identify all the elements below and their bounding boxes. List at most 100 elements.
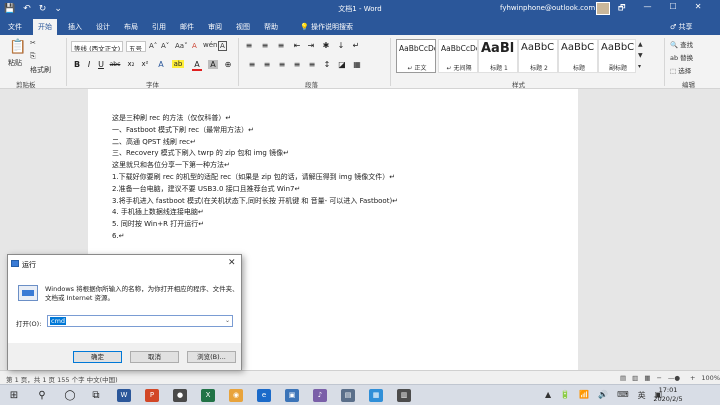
align-center-button[interactable]: ≡ (262, 60, 272, 69)
style-heading-1[interactable]: AaBl 标题 1 (478, 39, 518, 73)
clear-format-button[interactable]: A (192, 42, 197, 50)
open-input-value[interactable]: cmd (50, 317, 67, 325)
superscript-button[interactable]: x² (139, 60, 151, 68)
edge-app-icon[interactable]: e (257, 389, 271, 402)
style-subtitle[interactable]: AaBbC 副标题 (598, 39, 636, 73)
tab-references[interactable]: 引用 (152, 22, 166, 32)
subscript-button[interactable]: x₂ (125, 60, 137, 68)
clock[interactable]: 17:01 2020/2/5 (646, 386, 690, 404)
style-normal[interactable]: AaBbCcDc ↵ 正文 (396, 39, 436, 73)
maximize-button[interactable]: ☐ (670, 2, 677, 16)
asian-layout-button[interactable]: ✱ (321, 41, 331, 50)
keyboard-icon[interactable]: ⌨ (617, 390, 629, 401)
enclose-char-button[interactable]: ⊕ (223, 60, 233, 69)
account-name[interactable]: fyhwinphone@outlook.com (500, 4, 595, 12)
align-right-button[interactable]: ≡ (277, 60, 287, 69)
ok-button[interactable]: 确定 (73, 351, 122, 363)
ribbon-display-icon[interactable]: 🗗 (618, 2, 626, 16)
paste-icon[interactable]: 📋 (9, 39, 26, 55)
app-icon[interactable]: ▤ (341, 389, 355, 402)
volume-icon[interactable]: 🔊 (598, 390, 608, 401)
show-hidden-icons-icon[interactable]: ▲ (545, 390, 551, 401)
tab-layout[interactable]: 布局 (124, 22, 138, 32)
char-shading-button[interactable]: A (208, 60, 218, 69)
avatar[interactable] (596, 2, 610, 15)
task-view-icon[interactable]: ⧉ (88, 388, 104, 403)
copy-icon[interactable]: ⎘ (30, 52, 36, 61)
strikethrough-button[interactable]: abc (108, 61, 122, 68)
styles-scroll-down-icon[interactable]: ▼ (638, 52, 643, 59)
style-no-spacing[interactable]: AaBbCcDc ↵ 无间隔 (438, 39, 478, 73)
chrome-app-icon[interactable]: ◉ (229, 389, 243, 402)
highlight-button[interactable]: ab (172, 60, 184, 68)
dialog-close-button[interactable]: ✕ (228, 258, 236, 268)
numbering-button[interactable]: ≡ (260, 41, 270, 50)
change-case-button[interactable]: Aa˅ (175, 42, 188, 50)
text-effects-button[interactable]: A (156, 60, 166, 69)
browse-button[interactable]: 浏览(B)... (187, 351, 236, 363)
cancel-button[interactable]: 取消 (130, 351, 179, 363)
bullets-button[interactable]: ≡ (244, 41, 254, 50)
tab-design[interactable]: 设计 (96, 22, 110, 32)
paste-button[interactable]: 粘贴 (8, 58, 22, 68)
format-painter-button[interactable]: 格式刷 (30, 65, 51, 75)
distributed-button[interactable]: ≡ (307, 60, 317, 69)
cortana-icon[interactable]: ◯ (62, 388, 78, 403)
phonetic-guide-button[interactable]: wén (203, 41, 217, 49)
decrease-indent-button[interactable]: ⇤ (292, 41, 302, 50)
tab-help[interactable]: 帮助 (264, 22, 278, 32)
multilevel-list-button[interactable]: ≡ (276, 41, 286, 50)
tab-home[interactable]: 开始 (33, 19, 57, 35)
battery-icon[interactable]: 🔋 (560, 390, 570, 401)
minimize-button[interactable]: — (644, 2, 652, 16)
tab-review[interactable]: 审阅 (208, 22, 222, 32)
tell-me-search[interactable]: 💡 操作说明搜索 (300, 22, 353, 32)
start-icon[interactable]: ⊞ (6, 388, 22, 403)
bold-button[interactable]: B (72, 60, 82, 69)
cut-icon[interactable]: ✂ (30, 39, 36, 47)
excel-app-icon[interactable]: X (201, 389, 215, 402)
share-button[interactable]: ♂ 共享 (670, 22, 693, 32)
tab-insert[interactable]: 插入 (68, 22, 82, 32)
wifi-icon[interactable]: 📶 (579, 390, 589, 401)
input-language-indicator[interactable]: 英 (638, 390, 646, 401)
find-button[interactable]: 🔍 查找 (670, 39, 693, 49)
italic-button[interactable]: I (84, 60, 94, 69)
replace-button[interactable]: ab 替换 (670, 52, 693, 62)
borders-button[interactable]: ▦ (352, 60, 362, 69)
open-input[interactable]: cmd ⌄ (47, 315, 233, 327)
app-icon[interactable]: ● (173, 389, 187, 402)
shading-button[interactable]: ◪ (337, 60, 347, 69)
style-title[interactable]: AaBbC 标题 (558, 39, 598, 73)
style-heading-2[interactable]: AaBbC 标题 2 (518, 39, 558, 73)
font-size-combo[interactable]: 五号 (126, 41, 146, 52)
grow-font-button[interactable]: A˄ (149, 42, 157, 50)
increase-indent-button[interactable]: ⇥ (306, 41, 316, 50)
styles-scroll-up-icon[interactable]: ▲ (638, 41, 643, 48)
close-button[interactable]: ✕ (695, 2, 702, 16)
tab-file[interactable]: 文件 (8, 22, 22, 32)
align-left-button[interactable]: ≡ (247, 60, 257, 69)
search-icon[interactable]: ⚲ (34, 388, 50, 403)
underline-button[interactable]: U (96, 60, 106, 69)
justify-button[interactable]: ≡ (292, 60, 302, 69)
shrink-font-button[interactable]: A˅ (161, 42, 169, 50)
word-app-icon[interactable]: W (117, 389, 131, 402)
font-name-combo[interactable]: 等线 (西文正文) (71, 41, 123, 52)
tab-view[interactable]: 视图 (236, 22, 250, 32)
styles-more-icon[interactable]: ▾ (638, 63, 641, 70)
sort-button[interactable]: ↓ (336, 41, 346, 50)
font-color-button[interactable]: A (192, 60, 202, 71)
select-button[interactable]: ⬚ 选择 (670, 65, 691, 75)
app-icon[interactable]: ▦ (369, 389, 383, 402)
app-icon[interactable]: ▥ (397, 389, 411, 402)
app-icon[interactable]: ▣ (285, 389, 299, 402)
tab-mailings[interactable]: 邮件 (180, 22, 194, 32)
app-icon[interactable]: ♪ (313, 389, 327, 402)
document-body[interactable]: 这是三种刷 rec 的方法（仅仅科普）↵ 一、Fastboot 模式下刷 rec… (112, 113, 398, 243)
show-marks-button[interactable]: ↵ (351, 41, 361, 50)
line-spacing-button[interactable]: ↕ (322, 60, 332, 69)
powerpoint-app-icon[interactable]: P (145, 389, 159, 402)
chevron-down-icon[interactable]: ⌄ (225, 317, 230, 324)
char-border-button[interactable]: A (218, 41, 227, 51)
